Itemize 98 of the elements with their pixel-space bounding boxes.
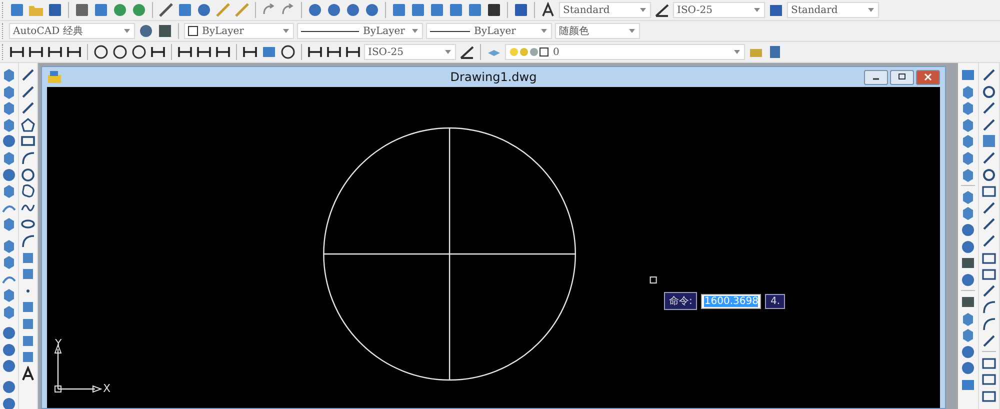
cube-icon[interactable] xyxy=(960,84,976,100)
line-sample-icon xyxy=(430,30,470,32)
text-style-icon[interactable] xyxy=(540,2,556,18)
line-icon[interactable] xyxy=(981,116,997,133)
cube-icon[interactable] xyxy=(1,287,17,304)
cube-icon[interactable] xyxy=(1,183,17,200)
x-axis-label: X xyxy=(103,382,111,395)
cube-icon[interactable] xyxy=(960,150,976,166)
command-prompt: 命令: xyxy=(664,292,698,310)
line-icon[interactable] xyxy=(20,84,36,100)
caret-icon xyxy=(640,8,646,12)
close-button[interactable] xyxy=(916,70,940,84)
arc-icon[interactable] xyxy=(20,232,36,249)
line-icon[interactable] xyxy=(981,232,997,249)
caret-icon xyxy=(283,29,289,33)
caret-icon xyxy=(868,8,874,12)
cube-icon[interactable] xyxy=(1,150,17,166)
cube-icon[interactable] xyxy=(960,205,976,222)
layer-dropdown[interactable]: 0 xyxy=(505,44,745,60)
cube-icon[interactable] xyxy=(1,100,17,116)
table-style-icon[interactable] xyxy=(768,2,784,18)
caret-icon xyxy=(541,29,547,33)
caret-icon xyxy=(445,50,451,54)
cube-icon[interactable] xyxy=(960,100,976,116)
angle-input[interactable]: 4. xyxy=(765,294,785,308)
circle-icon[interactable] xyxy=(981,166,997,183)
close-icon xyxy=(923,73,933,81)
line-icon[interactable] xyxy=(242,44,258,60)
cube-icon[interactable] xyxy=(1,67,17,83)
layer-state-icon xyxy=(509,46,549,58)
cube-icon[interactable] xyxy=(1,116,17,133)
dimension-style-dropdown[interactable]: ISO-25 xyxy=(364,44,456,60)
line-icon[interactable] xyxy=(20,67,36,83)
cursor-pickbox-icon xyxy=(650,276,657,284)
style-dropdown[interactable]: ISO-25 xyxy=(673,2,765,18)
cube-icon[interactable] xyxy=(960,116,976,133)
pentagon-icon[interactable] xyxy=(20,116,36,133)
line-icon[interactable] xyxy=(9,44,25,60)
line-icon[interactable] xyxy=(28,44,44,60)
line-icon[interactable] xyxy=(215,44,231,60)
dimension-style-icon[interactable] xyxy=(459,44,475,60)
workspace-dropdown[interactable]: AutoCAD 经典 xyxy=(9,23,135,39)
circle-icon[interactable] xyxy=(93,44,109,60)
cube-icon[interactable] xyxy=(1,304,17,320)
caret-icon xyxy=(124,29,130,33)
cube-icon[interactable] xyxy=(960,310,976,326)
line-icon[interactable] xyxy=(177,44,193,60)
drawing-file-icon xyxy=(47,69,63,85)
circle-icon[interactable] xyxy=(981,84,997,100)
cloud-icon[interactable] xyxy=(20,183,36,200)
line-icon[interactable] xyxy=(981,100,997,116)
line-icon[interactable] xyxy=(47,44,63,60)
line-icon[interactable] xyxy=(307,44,323,60)
caret-icon xyxy=(734,50,740,54)
line-icon[interactable] xyxy=(66,44,82,60)
style-dropdown[interactable]: Standard xyxy=(787,2,879,18)
line-icon[interactable] xyxy=(150,44,166,60)
color-dropdown[interactable]: ByLayer xyxy=(184,23,294,39)
layer-tool-icon[interactable] xyxy=(767,44,783,60)
arc-icon[interactable] xyxy=(20,150,36,166)
line-icon[interactable] xyxy=(326,44,342,60)
cube-icon[interactable] xyxy=(1,254,17,270)
restore-icon xyxy=(897,73,907,81)
lineweight-dropdown[interactable]: ByLayer xyxy=(426,23,552,39)
arc-icon[interactable] xyxy=(981,316,997,332)
cube-icon[interactable] xyxy=(960,188,976,205)
text-tool-icon[interactable] xyxy=(20,366,36,382)
cube-icon[interactable] xyxy=(960,166,976,183)
circle-icon[interactable] xyxy=(112,44,128,60)
window-title: Drawing1.dwg xyxy=(450,70,537,84)
color-swatch-icon xyxy=(188,26,198,36)
plotstyle-dropdown[interactable]: 随颜色 xyxy=(555,23,640,39)
cube-icon[interactable] xyxy=(1,216,17,232)
gear-icon[interactable] xyxy=(138,23,154,39)
line-icon[interactable] xyxy=(345,44,361,60)
restore-button[interactable] xyxy=(890,70,914,84)
square-icon[interactable] xyxy=(981,266,997,282)
circle-icon[interactable] xyxy=(20,166,36,183)
line-icon[interactable] xyxy=(981,282,997,299)
line-icon[interactable] xyxy=(196,44,212,60)
line-sample-icon xyxy=(301,30,359,32)
cube-icon[interactable] xyxy=(960,133,976,150)
line-icon[interactable] xyxy=(981,216,997,232)
arc-icon[interactable] xyxy=(981,299,997,316)
linetype-dropdown[interactable]: ByLayer xyxy=(297,23,423,39)
line-icon[interactable] xyxy=(981,200,997,216)
cube-icon[interactable] xyxy=(1,238,17,254)
caret-icon xyxy=(629,29,635,33)
dimension-style-icon[interactable] xyxy=(654,2,670,18)
style-dropdown[interactable]: Standard xyxy=(559,2,651,18)
caret-icon xyxy=(754,8,760,12)
circle-icon[interactable] xyxy=(131,44,147,60)
square-icon[interactable] xyxy=(157,23,173,39)
line-icon[interactable] xyxy=(20,100,36,116)
square-icon[interactable] xyxy=(981,183,997,200)
caret-icon xyxy=(412,29,418,33)
line-icon[interactable] xyxy=(981,150,997,166)
circle-icon[interactable] xyxy=(280,44,296,60)
